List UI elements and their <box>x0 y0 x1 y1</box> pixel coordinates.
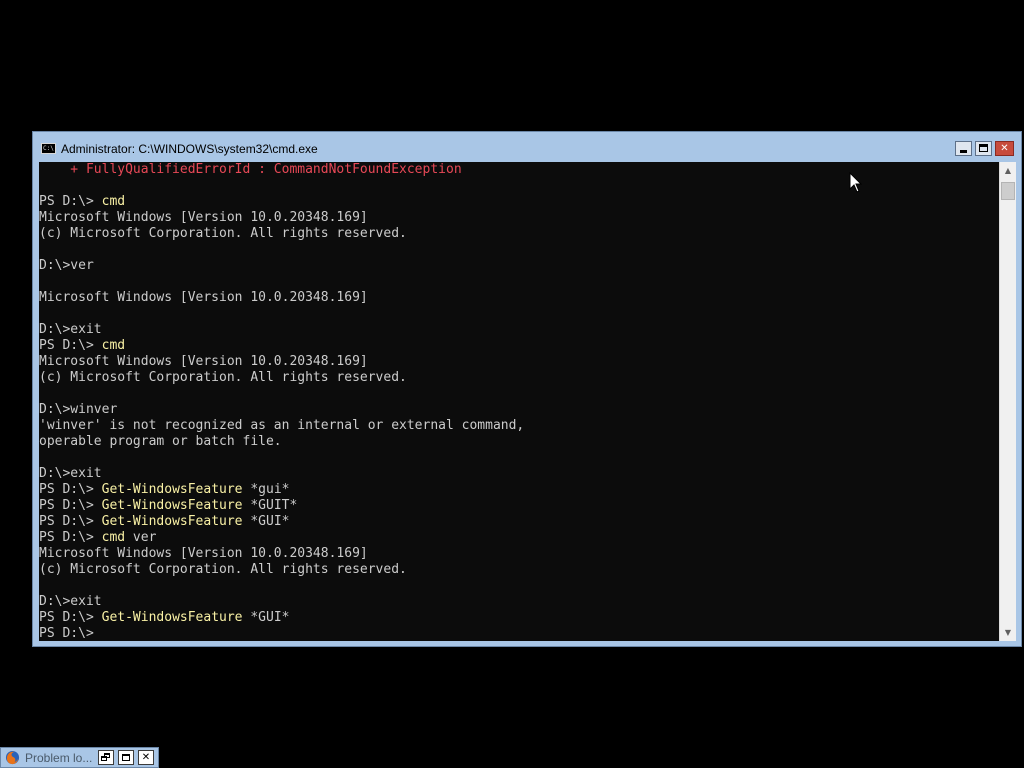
console-line: PS D:\> Get-WindowsFeature *GUI* <box>39 514 999 530</box>
console-line: PS D:\> <box>39 626 999 641</box>
console-line: PS D:\> cmd <box>39 194 999 210</box>
console-text: (c) Microsoft Corporation. All rights re… <box>39 370 407 385</box>
console-text: Get-WindowsFeature <box>101 610 243 625</box>
console-line: PS D:\> cmd ver <box>39 530 999 546</box>
console-text: PS D:\> <box>39 626 94 641</box>
console-text: Get-WindowsFeature <box>101 482 243 497</box>
cmd-icon[interactable]: C:\ <box>41 143 56 154</box>
console-text: D:\>exit <box>39 594 102 609</box>
console-text: D:\>exit <box>39 322 102 337</box>
scroll-down-arrow-icon[interactable]: ▼ <box>1000 624 1016 641</box>
console-text: cmd <box>101 530 126 545</box>
console-text: Get-WindowsFeature <box>101 514 243 529</box>
console-text: Microsoft Windows [Version 10.0.20348.16… <box>39 546 368 561</box>
console-line: D:\>exit <box>39 594 999 610</box>
console-line: (c) Microsoft Corporation. All rights re… <box>39 226 999 242</box>
console-text: cmd <box>101 194 126 209</box>
console-line: (c) Microsoft Corporation. All rights re… <box>39 562 999 578</box>
console-text: Get-WindowsFeature <box>101 498 243 513</box>
console-text: 'winver' is not recognized as an interna… <box>39 418 525 433</box>
console-line: PS D:\> cmd <box>39 338 999 354</box>
console-text: *GUIT* <box>242 498 298 513</box>
console-text: PS D:\> <box>39 610 102 625</box>
console-output[interactable]: + FullyQualifiedErrorId : CommandNotFoun… <box>39 162 999 641</box>
console-text: *GUI* <box>242 514 290 529</box>
console-line: Microsoft Windows [Version 10.0.20348.16… <box>39 210 999 226</box>
console-line: Microsoft Windows [Version 10.0.20348.16… <box>39 546 999 562</box>
close-button[interactable]: ✕ <box>995 141 1014 156</box>
console-text: PS D:\> <box>39 194 102 209</box>
maximize-icon <box>122 754 130 761</box>
console-text: *GUI* <box>242 610 290 625</box>
maximize-icon <box>979 144 988 152</box>
console-line: D:\>winver <box>39 402 999 418</box>
console-lines: + FullyQualifiedErrorId : CommandNotFoun… <box>39 162 999 641</box>
console-text: PS D:\> <box>39 514 102 529</box>
console-line: PS D:\> Get-WindowsFeature *GUI* <box>39 610 999 626</box>
console-text: operable program or batch file. <box>39 434 282 449</box>
console-text: Microsoft Windows [Version 10.0.20348.16… <box>39 290 368 305</box>
console-text: D:\>ver <box>39 258 94 273</box>
console-text: Microsoft Windows [Version 10.0.20348.16… <box>39 354 368 369</box>
mouse-cursor-icon <box>849 172 863 193</box>
console-line: D:\>exit <box>39 466 999 482</box>
window-title: Administrator: C:\WINDOWS\system32\cmd.e… <box>61 142 318 156</box>
scroll-thumb[interactable] <box>1001 182 1015 200</box>
close-icon: ✕ <box>141 752 151 763</box>
title-bar[interactable]: C:\ Administrator: C:\WINDOWS\system32\c… <box>33 132 1021 162</box>
console-text: + FullyQualifiedErrorId : CommandNotFoun… <box>39 162 462 177</box>
restore-button[interactable] <box>98 750 114 765</box>
desktop: C:\ Administrator: C:\WINDOWS\system32\c… <box>0 0 1024 768</box>
vertical-scrollbar[interactable]: ▲ ▼ <box>999 162 1016 641</box>
close-icon: ✕ <box>1000 143 1009 154</box>
console-text: (c) Microsoft Corporation. All rights re… <box>39 562 407 577</box>
firefox-icon <box>5 750 20 765</box>
console-line: PS D:\> Get-WindowsFeature *gui* <box>39 482 999 498</box>
restore-icon-front <box>101 756 107 761</box>
maximize-button[interactable] <box>118 750 134 765</box>
console-line: Microsoft Windows [Version 10.0.20348.16… <box>39 354 999 370</box>
close-button[interactable]: ✕ <box>138 750 154 765</box>
console-text: Microsoft Windows [Version 10.0.20348.16… <box>39 210 368 225</box>
console-line: PS D:\> Get-WindowsFeature *GUIT* <box>39 498 999 514</box>
console-text: (c) Microsoft Corporation. All rights re… <box>39 226 407 241</box>
console-line: operable program or batch file. <box>39 434 999 450</box>
console-text: ver <box>125 530 157 545</box>
console-line: D:\>ver <box>39 258 999 274</box>
minimize-button[interactable] <box>955 141 972 156</box>
minimized-window[interactable]: Problem lo... ✕ <box>0 747 159 768</box>
cmd-icon-text: C:\ <box>43 145 54 152</box>
console-text: D:\>exit <box>39 466 102 481</box>
minimize-icon <box>960 150 967 153</box>
scroll-up-arrow-icon[interactable]: ▲ <box>1000 162 1016 179</box>
console-line: Microsoft Windows [Version 10.0.20348.16… <box>39 290 999 306</box>
console-text: cmd <box>101 338 126 353</box>
console-text: D:\>winver <box>39 402 118 417</box>
minimized-window-title: Problem lo... <box>25 751 93 765</box>
console-text: PS D:\> <box>39 338 102 353</box>
console-text: PS D:\> <box>39 482 102 497</box>
console-text: PS D:\> <box>39 530 102 545</box>
maximize-button[interactable] <box>975 141 992 156</box>
console-line: 'winver' is not recognized as an interna… <box>39 418 999 434</box>
cmd-window[interactable]: C:\ Administrator: C:\WINDOWS\system32\c… <box>32 131 1022 647</box>
console-text: PS D:\> <box>39 498 102 513</box>
console-line: D:\>exit <box>39 322 999 338</box>
console-line: (c) Microsoft Corporation. All rights re… <box>39 370 999 386</box>
console-text: *gui* <box>242 482 290 497</box>
